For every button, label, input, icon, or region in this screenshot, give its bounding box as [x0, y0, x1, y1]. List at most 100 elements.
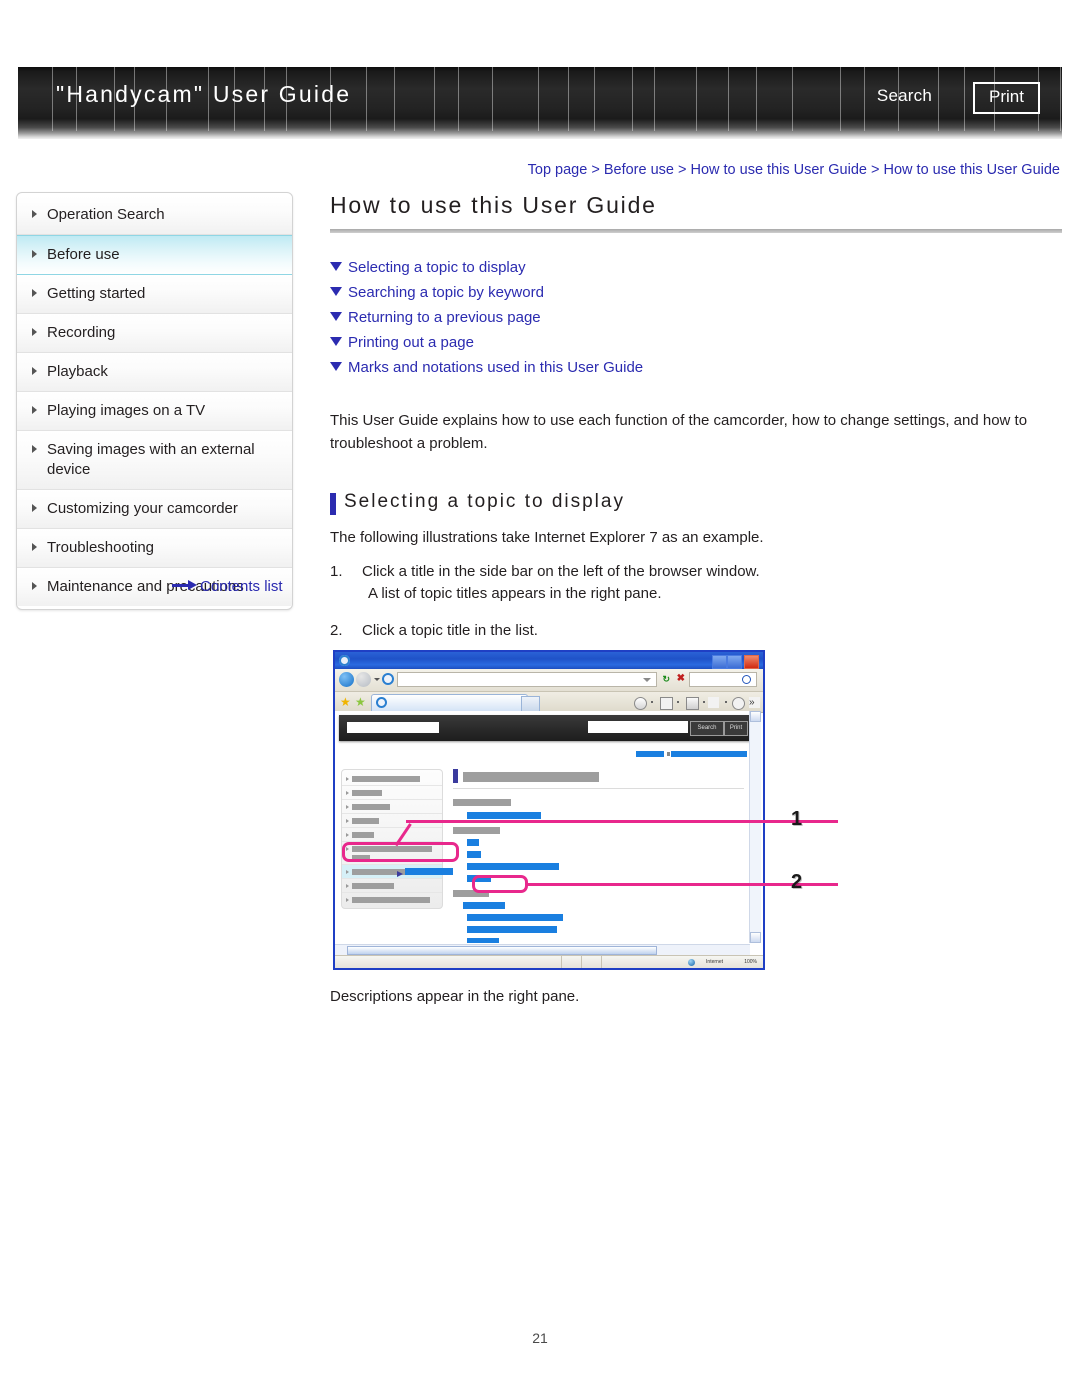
- sidebar-item-operation-search[interactable]: Operation Search: [17, 196, 292, 235]
- scroll-up-icon[interactable]: [750, 711, 761, 722]
- breadcrumb[interactable]: Top page > Before use > How to use this …: [528, 162, 1060, 178]
- minimize-icon[interactable]: [712, 655, 727, 669]
- bullet-icon: [346, 819, 349, 823]
- stop-icon[interactable]: ✖: [677, 673, 685, 684]
- sidebar-item-label: Playback: [47, 363, 108, 380]
- mini-app-header: Search Print: [339, 715, 750, 741]
- status-divider: [601, 956, 602, 968]
- mini-sidebar-row[interactable]: [342, 800, 442, 814]
- anchor-link[interactable]: Marks and notations used in this User Gu…: [330, 355, 1062, 380]
- mini-sidebar-row[interactable]: [342, 772, 442, 786]
- anchor-link[interactable]: Selecting a topic to display: [330, 255, 1062, 280]
- new-tab-button[interactable]: [521, 696, 540, 712]
- mini-search-button[interactable]: Search: [690, 721, 724, 736]
- mini-link-bar[interactable]: [467, 938, 499, 943]
- sidebar-item-recording[interactable]: Recording: [17, 314, 292, 353]
- mini-link-bar-highlighted[interactable]: [463, 902, 505, 909]
- mini-link-bar[interactable]: [467, 851, 481, 858]
- header-stripe: [632, 67, 633, 131]
- tools-gear-icon[interactable]: [732, 697, 745, 710]
- bullet-icon: [32, 210, 37, 218]
- search-button[interactable]: Search: [877, 86, 932, 106]
- ie-logo-icon: [339, 655, 350, 666]
- steps-list: 1. Click a title in the side bar on the l…: [330, 561, 1062, 642]
- dropdown-dot-icon: [651, 701, 653, 703]
- sidebar-item-saving-images-with-an-external-device[interactable]: Saving images with an external device: [17, 431, 292, 490]
- example-note: The following illustrations take Interne…: [330, 529, 764, 546]
- mini-sidebar-row[interactable]: [342, 879, 442, 893]
- header-stripe: [792, 67, 793, 131]
- scroll-down-icon[interactable]: [750, 932, 761, 943]
- header-stripe: [654, 67, 655, 131]
- sidebar-item-playback[interactable]: Playback: [17, 353, 292, 392]
- header-stripe: [864, 67, 865, 131]
- anchor-link[interactable]: Printing out a page: [330, 330, 1062, 355]
- zoom-level-label[interactable]: 100%: [744, 959, 757, 965]
- bullet-icon: [32, 445, 37, 453]
- sidebar-item-getting-started[interactable]: Getting started: [17, 275, 292, 314]
- mini-sidebar-row[interactable]: [342, 786, 442, 800]
- header-stripe: [1060, 67, 1061, 131]
- sidebar-item-troubleshooting[interactable]: Troubleshooting: [17, 529, 292, 568]
- forward-icon[interactable]: [356, 672, 371, 687]
- bullet-icon: [346, 777, 349, 781]
- bullet-icon: [346, 870, 349, 874]
- contents-list-label: Contents list: [200, 578, 283, 595]
- mini-link-bar[interactable]: [467, 914, 563, 921]
- page-icon: [382, 673, 394, 685]
- bullet-icon: [32, 543, 37, 551]
- chevron-down-icon[interactable]: [374, 678, 380, 681]
- mini-link-bar[interactable]: [467, 839, 479, 846]
- callout-leader-1: [406, 820, 838, 823]
- mini-link-bar[interactable]: [467, 863, 559, 870]
- mini-sidebar-row[interactable]: [342, 893, 442, 906]
- mini-search-input[interactable]: [588, 721, 688, 733]
- mini-text-bar: [352, 897, 430, 903]
- bullet-icon: [346, 791, 349, 795]
- mini-text-bar: [352, 883, 394, 889]
- sidebar-item-playing-images-on-a-tv[interactable]: Playing images on a TV: [17, 392, 292, 431]
- anchor-link[interactable]: Searching a topic by keyword: [330, 280, 1062, 305]
- address-dropdown-icon[interactable]: [643, 678, 651, 682]
- sidebar-item-label: Before use: [47, 246, 120, 263]
- dropdown-dot-icon: [725, 701, 727, 703]
- mini-sidebar-row[interactable]: [342, 828, 442, 842]
- print-icon[interactable]: [686, 697, 699, 710]
- scrollbar-thumb[interactable]: [347, 946, 657, 955]
- step-subtext: A list of topic titles appears in the ri…: [368, 585, 662, 602]
- sidebar-item-before-use[interactable]: Before use: [17, 235, 292, 275]
- page-menu-icon[interactable]: [708, 697, 719, 708]
- help-icon[interactable]: »: [749, 697, 760, 708]
- search-icon[interactable]: [742, 675, 751, 684]
- bullet-icon: [32, 582, 37, 590]
- feeds-icon[interactable]: [660, 697, 673, 710]
- tab-page-icon: [376, 697, 387, 708]
- anchor-link[interactable]: Returning to a previous page: [330, 305, 1062, 330]
- vertical-scrollbar[interactable]: [749, 711, 761, 943]
- header-stripe: [696, 67, 697, 131]
- mini-link-bar[interactable]: [467, 812, 541, 819]
- browser-illustration: ↻ ✖ ★ ★ » Search Print Internet 100% 1 2: [330, 648, 840, 973]
- refresh-icon[interactable]: ↻: [662, 674, 670, 685]
- mini-link-bar[interactable]: [467, 926, 557, 933]
- header-stripe: [366, 67, 367, 131]
- address-bar-input[interactable]: [397, 672, 657, 687]
- title-divider: [330, 229, 1062, 233]
- sidebar-item-customizing-your-camcorder[interactable]: Customizing your camcorder: [17, 490, 292, 529]
- home-icon[interactable]: [634, 697, 647, 710]
- header-stripe: [594, 67, 595, 131]
- illustration-caption-holder: Descriptions appear in the right pane.: [330, 988, 579, 1005]
- print-button[interactable]: Print: [973, 82, 1040, 114]
- maximize-icon[interactable]: [727, 655, 742, 669]
- mini-heading-accent: [453, 769, 458, 783]
- mini-print-button[interactable]: Print: [724, 721, 748, 736]
- mini-contents-link-bar[interactable]: [405, 868, 453, 875]
- close-icon[interactable]: [744, 655, 759, 669]
- browser-viewport: Search Print: [335, 711, 750, 943]
- triangle-down-icon: [330, 312, 342, 321]
- anchor-link-list: Selecting a topic to display Searching a …: [330, 255, 1062, 380]
- contents-list-link[interactable]: Contents list: [172, 578, 283, 595]
- internet-zone-icon: [688, 959, 695, 966]
- mini-text-bar: [352, 790, 382, 796]
- back-icon[interactable]: [339, 672, 354, 687]
